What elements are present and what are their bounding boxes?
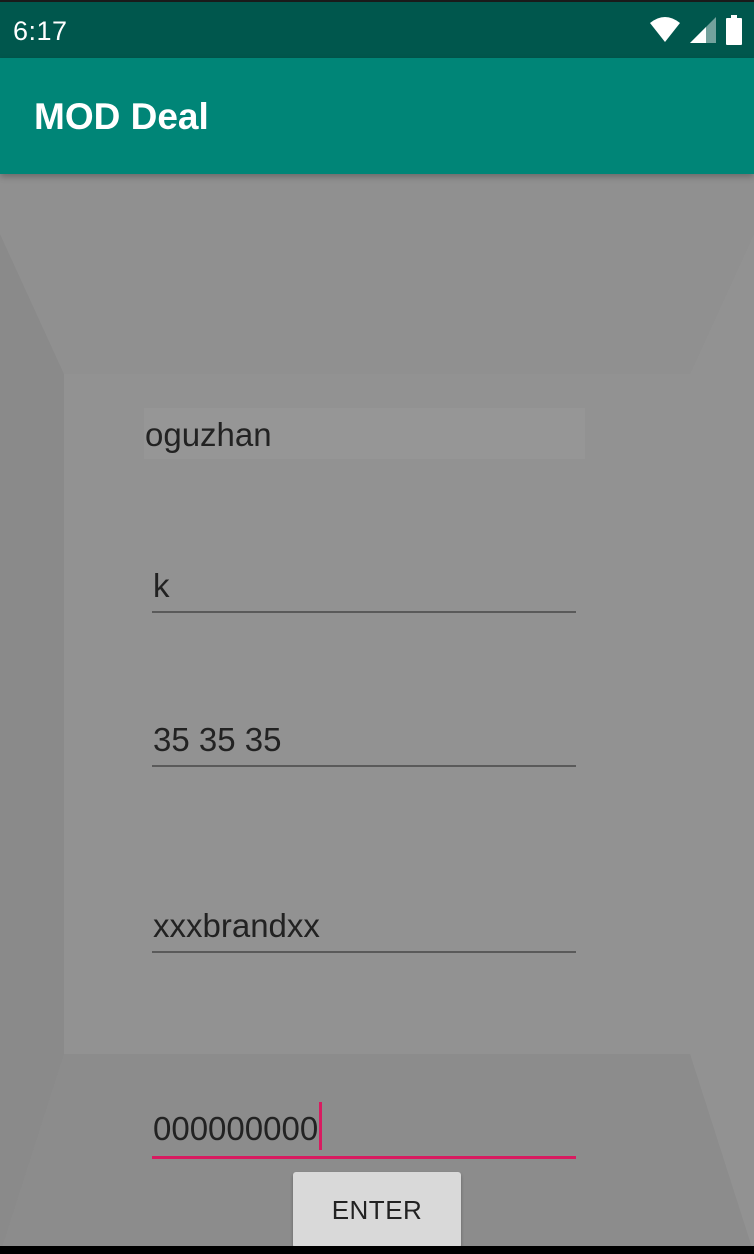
field-5-value-wrap: 000000000 [153, 1102, 323, 1150]
screen-bottom-edge [0, 1246, 754, 1254]
status-time: 6:17 [13, 16, 68, 46]
text-field-2[interactable]: k [152, 561, 576, 613]
text-field-3[interactable]: 35 35 35 [152, 715, 576, 767]
status-icons [650, 14, 742, 50]
app-bar: MOD Deal [0, 58, 754, 174]
app-screen: 6:17 MOD Deal oguzhan k 35 35 35 xxxbran… [0, 0, 754, 1254]
enter-button[interactable]: ENTER [293, 1172, 461, 1248]
field-5-value: 000000000 [153, 1110, 319, 1147]
status-bar: 6:17 [0, 0, 754, 58]
background-shape [0, 174, 754, 1254]
name-field[interactable]: oguzhan [144, 408, 585, 459]
text-field-5[interactable]: 000000000 [152, 1102, 576, 1159]
field-3-value: 35 35 35 [153, 721, 282, 758]
page-title: MOD Deal [34, 96, 209, 137]
text-cursor [319, 1102, 323, 1150]
field-4-value: xxxbrandxx [153, 907, 320, 944]
text-field-4[interactable]: xxxbrandxx [152, 901, 576, 953]
field-2-value: k [153, 567, 170, 604]
name-value: oguzhan [145, 416, 272, 453]
signal-icon [690, 16, 716, 48]
wifi-icon [650, 16, 680, 48]
battery-icon [726, 14, 742, 50]
